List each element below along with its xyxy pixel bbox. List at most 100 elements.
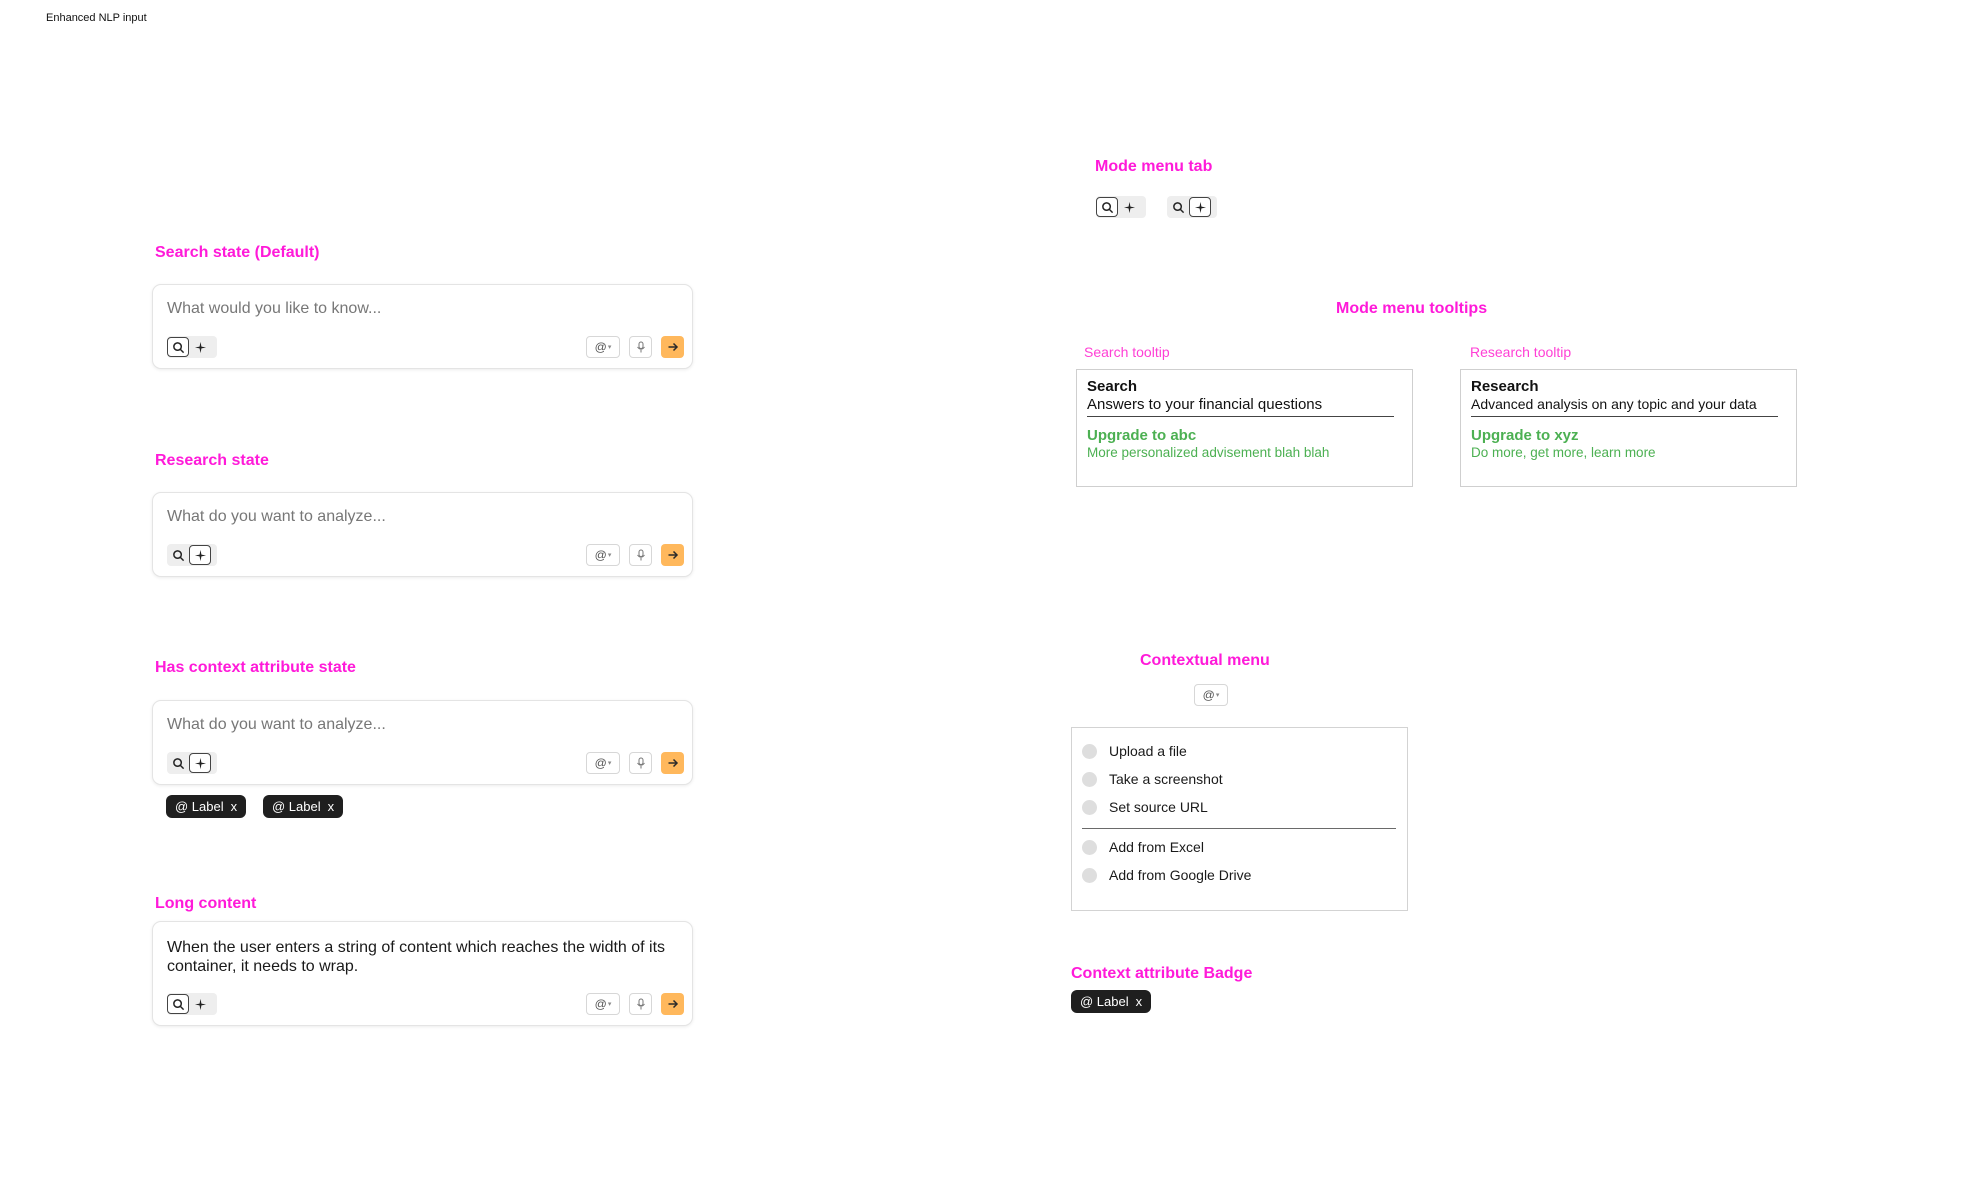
at-icon: @ bbox=[594, 756, 607, 770]
research-input-placeholder[interactable]: What do you want to analyze... bbox=[167, 508, 386, 526]
chevron-down-icon: ▾ bbox=[607, 552, 612, 559]
send-button[interactable] bbox=[661, 993, 684, 1015]
menu-item-label: Add from Google Drive bbox=[1109, 867, 1252, 883]
search-mode-button[interactable] bbox=[1167, 197, 1189, 217]
input-actions: @ ▾ bbox=[586, 993, 684, 1015]
mode-toggle bbox=[1167, 196, 1217, 218]
long-content-text[interactable]: When the user enters a string of content… bbox=[167, 938, 684, 976]
upgrade-link[interactable]: Upgrade to abc bbox=[1087, 427, 1402, 444]
research-mode-button[interactable] bbox=[1189, 197, 1211, 217]
upgrade-link[interactable]: Upgrade to xyz bbox=[1471, 427, 1786, 444]
mode-toggle bbox=[167, 544, 217, 566]
research-mode-button[interactable] bbox=[189, 337, 211, 357]
mode-toggle bbox=[167, 336, 217, 358]
sparkle-icon bbox=[194, 998, 207, 1011]
menu-item-icon bbox=[1082, 743, 1097, 759]
menu-item-label: Take a screenshot bbox=[1109, 771, 1223, 787]
close-icon[interactable]: x bbox=[1136, 994, 1143, 1009]
sparkle-icon bbox=[1194, 201, 1207, 214]
search-mode-button[interactable] bbox=[167, 337, 189, 357]
mic-button[interactable] bbox=[629, 544, 652, 566]
chevron-down-icon: ▾ bbox=[607, 344, 612, 351]
context-attribute-badge[interactable]: @ Label x bbox=[166, 795, 247, 818]
at-icon: @ bbox=[1202, 688, 1215, 702]
input-actions: @ ▾ bbox=[586, 336, 684, 358]
upgrade-subtext: More personalized advisement blah blah bbox=[1087, 445, 1330, 460]
mode-toggle bbox=[167, 752, 217, 774]
chevron-down-icon: ▾ bbox=[1215, 692, 1220, 699]
close-icon[interactable]: x bbox=[231, 799, 238, 814]
research-state-title: Research state bbox=[155, 452, 269, 469]
mic-button[interactable] bbox=[629, 993, 652, 1015]
research-input-card[interactable]: What do you want to analyze... @ ▾ bbox=[152, 492, 693, 577]
context-input-card[interactable]: What do you want to analyze... @ ▾ bbox=[152, 700, 693, 785]
context-menu-button[interactable]: @ ▾ bbox=[586, 752, 620, 774]
menu-item-source-url[interactable]: Set source URL bbox=[1082, 799, 1208, 815]
tooltip-description: Advanced analysis on any topic and your … bbox=[1471, 395, 1778, 417]
context-badge-title: Context attribute Badge bbox=[1071, 965, 1253, 982]
search-input-placeholder[interactable]: What would you like to know... bbox=[167, 300, 381, 318]
menu-item-label: Add from Excel bbox=[1109, 839, 1204, 855]
search-icon bbox=[172, 998, 185, 1011]
context-attribute-badge[interactable]: @ Label x bbox=[1071, 990, 1152, 1013]
at-icon: @ bbox=[594, 340, 607, 354]
mic-icon bbox=[636, 757, 646, 769]
mode-toggle bbox=[1096, 196, 1146, 218]
mic-icon bbox=[636, 341, 646, 353]
menu-item-icon bbox=[1082, 771, 1097, 787]
mode-menu-tab-title: Mode menu tab bbox=[1095, 158, 1213, 175]
tooltip-heading: Search bbox=[1087, 378, 1138, 395]
search-icon bbox=[172, 757, 185, 770]
search-input-card[interactable]: What would you like to know... @ ▾ bbox=[152, 284, 693, 369]
context-menu-button[interactable]: @ ▾ bbox=[586, 544, 620, 566]
contextual-menu-title: Contextual menu bbox=[1140, 652, 1270, 669]
mic-button[interactable] bbox=[629, 336, 652, 358]
menu-item-excel[interactable]: Add from Excel bbox=[1082, 839, 1204, 855]
badge-label: @ Label bbox=[272, 799, 321, 814]
arrow-right-icon bbox=[667, 549, 679, 561]
input-toolbar: @ ▾ bbox=[167, 544, 684, 566]
input-actions: @ ▾ bbox=[586, 544, 684, 566]
send-button[interactable] bbox=[661, 544, 684, 566]
mode-toggle bbox=[167, 993, 217, 1015]
chevron-down-icon: ▾ bbox=[607, 1001, 612, 1008]
close-icon[interactable]: x bbox=[328, 799, 335, 814]
context-input-placeholder[interactable]: What do you want to analyze... bbox=[167, 716, 386, 734]
context-menu-button[interactable]: @ ▾ bbox=[1194, 684, 1228, 706]
search-tooltip-caption: Search tooltip bbox=[1084, 344, 1170, 360]
search-icon bbox=[172, 549, 185, 562]
menu-item-google-drive[interactable]: Add from Google Drive bbox=[1082, 867, 1251, 883]
context-menu-button[interactable]: @ ▾ bbox=[586, 336, 620, 358]
research-mode-button[interactable] bbox=[189, 994, 211, 1014]
search-mode-button[interactable] bbox=[1096, 197, 1118, 217]
menu-item-label: Set source URL bbox=[1109, 799, 1208, 815]
badge-label: @ Label bbox=[1080, 994, 1129, 1009]
send-button[interactable] bbox=[661, 752, 684, 774]
menu-item-upload-file[interactable]: Upload a file bbox=[1082, 743, 1187, 759]
search-mode-button[interactable] bbox=[167, 753, 189, 773]
search-mode-button[interactable] bbox=[167, 994, 189, 1014]
mic-button[interactable] bbox=[629, 752, 652, 774]
contextual-menu: Upload a file Take a screenshot Set sour… bbox=[1071, 727, 1408, 911]
context-menu-button[interactable]: @ ▾ bbox=[586, 993, 620, 1015]
research-mode-button[interactable] bbox=[189, 753, 211, 773]
menu-item-icon bbox=[1082, 799, 1097, 815]
menu-item-icon bbox=[1082, 867, 1097, 883]
menu-item-screenshot[interactable]: Take a screenshot bbox=[1082, 771, 1223, 787]
long-content-input-card[interactable]: When the user enters a string of content… bbox=[152, 921, 693, 1026]
menu-item-label: Upload a file bbox=[1109, 743, 1187, 759]
send-button[interactable] bbox=[661, 336, 684, 358]
mic-icon bbox=[636, 998, 646, 1010]
search-mode-button[interactable] bbox=[167, 545, 189, 565]
sparkle-icon bbox=[194, 341, 207, 354]
chevron-down-icon: ▾ bbox=[607, 760, 612, 767]
arrow-right-icon bbox=[667, 757, 679, 769]
tooltip-heading: Research bbox=[1471, 378, 1539, 395]
context-attribute-badge[interactable]: @ Label x bbox=[263, 795, 344, 818]
arrow-right-icon bbox=[667, 998, 679, 1010]
upgrade-subtext: Do more, get more, learn more bbox=[1471, 445, 1656, 460]
research-mode-button[interactable] bbox=[189, 545, 211, 565]
input-toolbar: @ ▾ bbox=[167, 752, 684, 774]
research-mode-button[interactable] bbox=[1118, 197, 1140, 217]
sparkle-icon bbox=[194, 757, 207, 770]
